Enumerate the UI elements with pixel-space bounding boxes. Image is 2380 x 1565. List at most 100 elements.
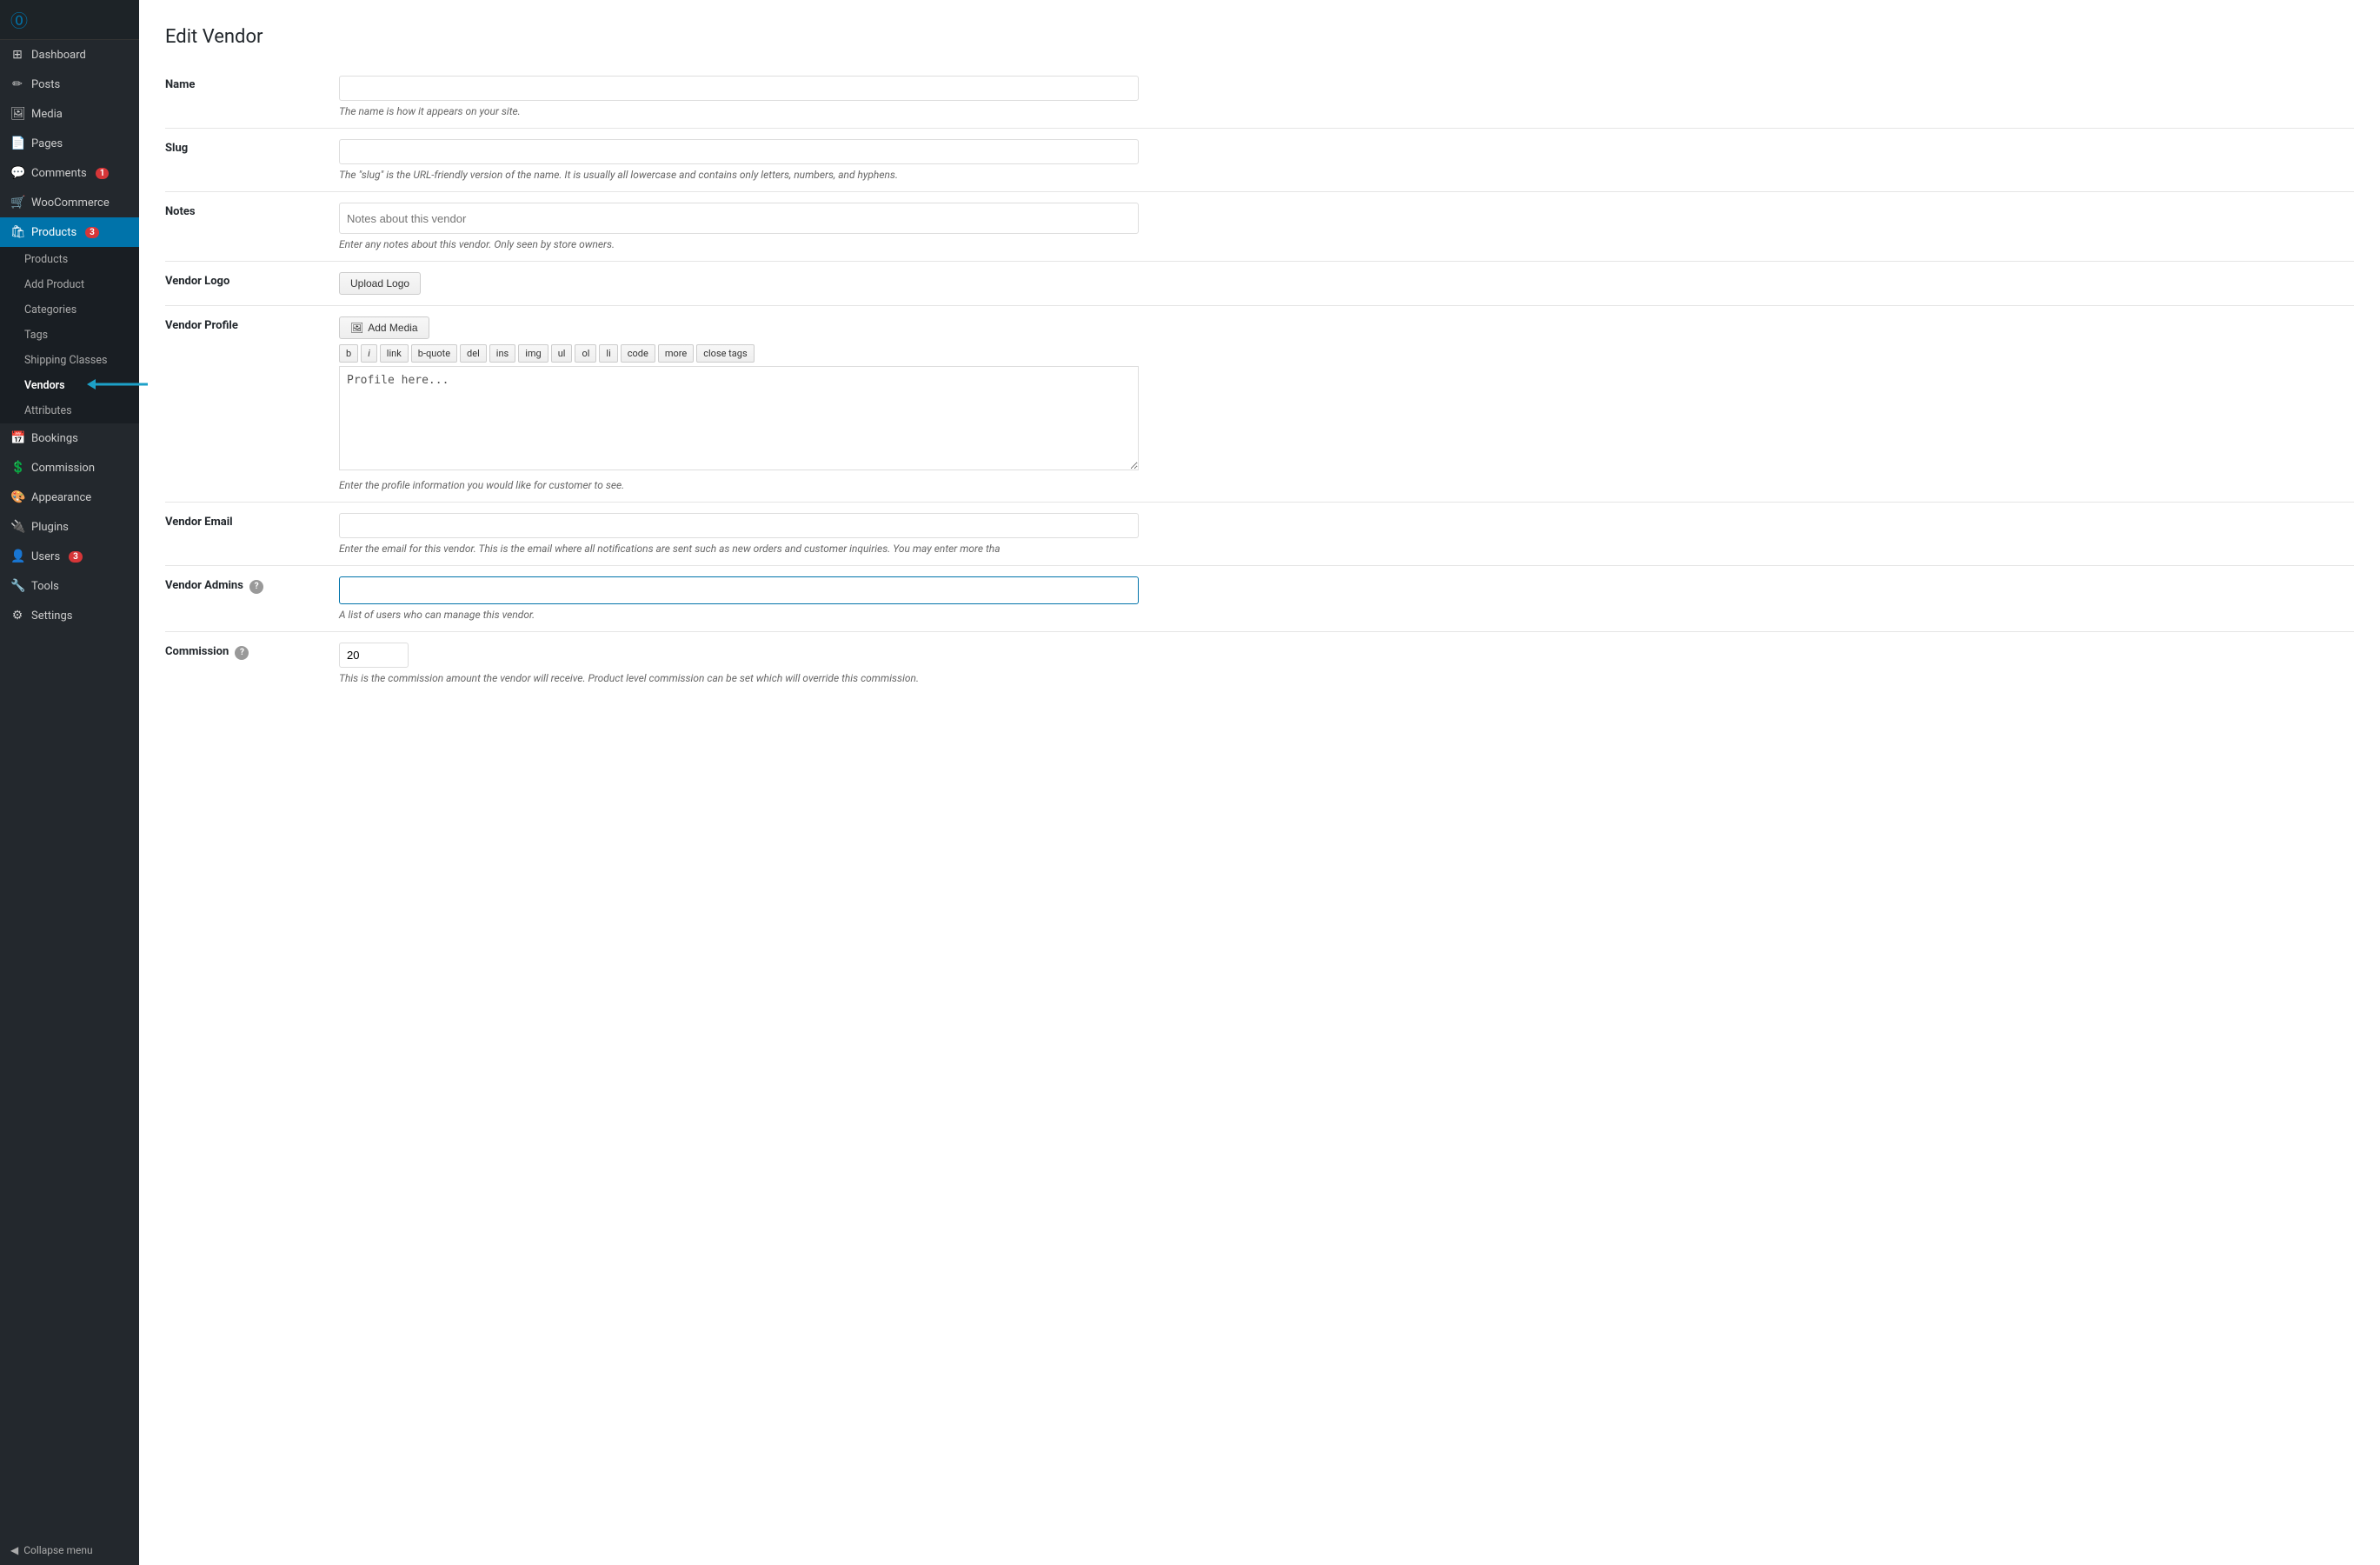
notes-description: Enter any notes about this vendor. Only … <box>339 238 1139 250</box>
submenu-shipping-classes[interactable]: Shipping Classes <box>0 348 139 373</box>
vendor-admins-help[interactable]: ? <box>249 580 263 594</box>
commission-help[interactable]: ? <box>235 646 249 660</box>
commission-form-label: Commission ? <box>165 632 339 696</box>
sidebar: ⓪ ⊞ Dashboard ✏ Posts 🖼 Media 📄 Pages 💬 … <box>0 0 139 1565</box>
comments-badge: 1 <box>96 168 110 179</box>
toolbar-ins[interactable]: ins <box>489 344 515 363</box>
slug-description: The "slug" is the URL-friendly version o… <box>339 169 1139 181</box>
vendor-email-input[interactable] <box>339 513 1139 538</box>
sidebar-item-label: Bookings <box>31 432 78 445</box>
users-badge: 3 <box>69 551 83 563</box>
wp-logo: ⓪ <box>0 0 139 40</box>
collapse-menu[interactable]: ◀ Collapse menu <box>0 1535 139 1565</box>
sidebar-item-label: Commission <box>31 462 95 475</box>
toolbar-del[interactable]: del <box>460 344 487 363</box>
bookings-icon: 📅 <box>10 431 24 445</box>
slug-label: Slug <box>165 129 339 192</box>
sidebar-item-label: Tools <box>31 580 59 593</box>
vendor-profile-editor[interactable]: Profile here... <box>339 366 1139 470</box>
vendor-admins-label: Vendor Admins ? <box>165 566 339 632</box>
toolbar-i[interactable]: i <box>361 344 377 363</box>
name-label: Name <box>165 65 339 129</box>
sidebar-item-posts[interactable]: ✏ Posts <box>0 70 139 99</box>
commission-input[interactable] <box>339 643 409 668</box>
edit-vendor-form: Name The name is how it appears on your … <box>165 65 2354 695</box>
form-row-commission: Commission ? This is the commission amou… <box>165 632 2354 696</box>
pages-icon: 📄 <box>10 137 24 150</box>
toolbar-link[interactable]: link <box>380 344 409 363</box>
vendor-email-description: Enter the email for this vendor. This is… <box>339 543 1139 555</box>
submenu-vendors[interactable]: Vendors <box>0 373 139 398</box>
sidebar-item-dashboard[interactable]: ⊞ Dashboard <box>0 40 139 70</box>
vendor-logo-label: Vendor Logo <box>165 262 339 306</box>
name-input[interactable] <box>339 76 1139 101</box>
posts-icon: ✏ <box>10 77 24 91</box>
form-row-notes: Notes Enter any notes about this vendor.… <box>165 192 2354 262</box>
sidebar-item-comments[interactable]: 💬 Comments 1 <box>0 158 139 188</box>
vendor-profile-label: Vendor Profile <box>165 306 339 503</box>
sidebar-item-label: Pages <box>31 137 63 150</box>
commission-icon: 💲 <box>10 461 24 475</box>
plugins-icon: 🔌 <box>10 520 24 534</box>
sidebar-item-settings[interactable]: ⚙ Settings <box>0 601 139 630</box>
appearance-icon: 🎨 <box>10 490 24 504</box>
tools-icon: 🔧 <box>10 579 24 593</box>
products-badge: 3 <box>85 227 99 238</box>
settings-icon: ⚙ <box>10 609 24 623</box>
profile-description: Enter the profile information you would … <box>339 479 1139 491</box>
submenu-categories[interactable]: Categories <box>0 297 139 323</box>
editor-toolbar: b i link b-quote del ins img ul ol li co… <box>339 344 1139 363</box>
toolbar-bquote[interactable]: b-quote <box>411 344 457 363</box>
toolbar-code[interactable]: code <box>621 344 655 363</box>
sidebar-item-pages[interactable]: 📄 Pages <box>0 129 139 158</box>
sidebar-item-plugins[interactable]: 🔌 Plugins <box>0 512 139 542</box>
submenu-add-product[interactable]: Add Product <box>0 272 139 297</box>
form-row-vendor-logo: Vendor Logo Upload Logo <box>165 262 2354 306</box>
sidebar-item-label: Settings <box>31 609 72 623</box>
submenu-attributes[interactable]: Attributes <box>0 398 139 423</box>
sidebar-item-label: Users <box>31 550 60 563</box>
products-icon: 🛍 <box>10 225 24 239</box>
submenu-tags[interactable]: Tags <box>0 323 139 348</box>
woocommerce-icon: 🛒 <box>10 196 24 210</box>
sidebar-item-label: Products <box>31 226 76 239</box>
sidebar-item-products[interactable]: 🛍 Products 3 <box>0 217 139 247</box>
page-title: Edit Vendor <box>165 17 2354 48</box>
notes-label: Notes <box>165 192 339 262</box>
sidebar-item-users[interactable]: 👤 Users 3 <box>0 542 139 571</box>
sidebar-item-label: Appearance <box>31 491 91 504</box>
form-row-slug: Slug The "slug" is the URL-friendly vers… <box>165 129 2354 192</box>
users-icon: 👤 <box>10 549 24 563</box>
toolbar-close-tags[interactable]: close tags <box>696 344 754 363</box>
add-media-icon: 🖼 <box>350 322 363 334</box>
toolbar-li[interactable]: li <box>599 344 617 363</box>
sidebar-item-label: Plugins <box>31 521 69 534</box>
toolbar-img[interactable]: img <box>518 344 548 363</box>
sidebar-item-label: WooCommerce <box>31 196 110 210</box>
sidebar-item-commission[interactable]: 💲 Commission <box>0 453 139 483</box>
notes-input[interactable] <box>339 203 1139 234</box>
media-icon: 🖼 <box>10 107 24 121</box>
submenu-products[interactable]: Products <box>0 247 139 272</box>
products-submenu: Products Add Product Categories Tags Shi… <box>0 247 139 423</box>
upload-logo-button[interactable]: Upload Logo <box>339 272 421 295</box>
form-row-vendor-admins: Vendor Admins ? A list of users who can … <box>165 566 2354 632</box>
vendor-admins-input[interactable] <box>339 576 1139 604</box>
sidebar-item-tools[interactable]: 🔧 Tools <box>0 571 139 601</box>
sidebar-item-media[interactable]: 🖼 Media <box>0 99 139 129</box>
toolbar-ul[interactable]: ul <box>551 344 573 363</box>
slug-input[interactable] <box>339 139 1139 164</box>
sidebar-item-label: Comments <box>31 167 87 180</box>
add-media-label: Add Media <box>368 322 417 334</box>
toolbar-more[interactable]: more <box>658 344 694 363</box>
sidebar-item-label: Media <box>31 108 63 121</box>
sidebar-item-bookings[interactable]: 📅 Bookings <box>0 423 139 453</box>
toolbar-ol[interactable]: ol <box>575 344 596 363</box>
add-media-button[interactable]: 🖼 Add Media <box>339 316 429 339</box>
toolbar-b[interactable]: b <box>339 344 358 363</box>
form-row-name: Name The name is how it appears on your … <box>165 65 2354 129</box>
sidebar-item-appearance[interactable]: 🎨 Appearance <box>0 483 139 512</box>
vendor-admins-description: A list of users who can manage this vend… <box>339 609 1139 621</box>
sidebar-item-woocommerce[interactable]: 🛒 WooCommerce <box>0 188 139 217</box>
form-row-vendor-profile: Vendor Profile 🖼 Add Media b i link b-qu… <box>165 306 2354 503</box>
